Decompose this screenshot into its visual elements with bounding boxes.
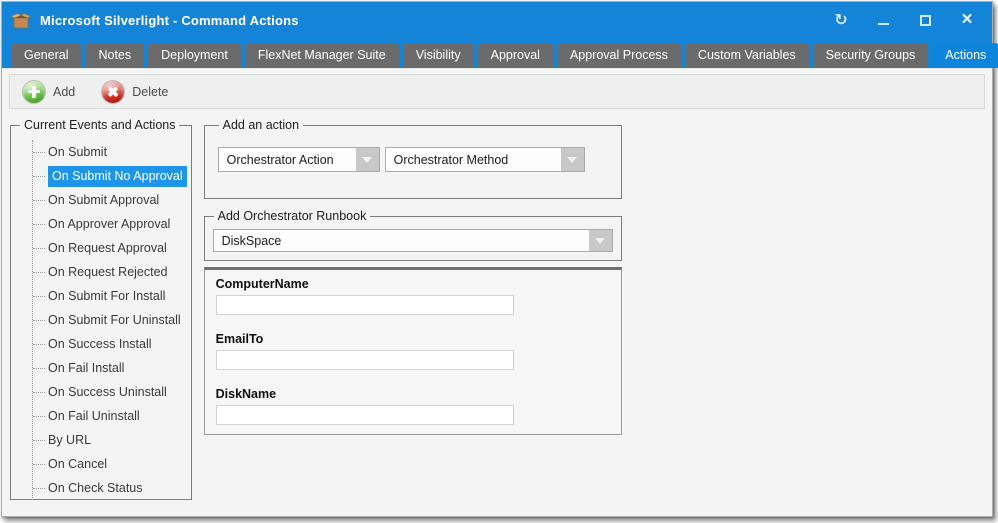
refresh-icon: ↻ [834, 13, 847, 29]
chevron-down-icon [595, 238, 605, 244]
tab[interactable]: Notes [85, 43, 144, 68]
minimize-button[interactable] [874, 12, 892, 30]
parameter-field: DiskName [216, 387, 610, 425]
tab[interactable]: Deployment [148, 43, 241, 68]
tree-item[interactable]: On Submit Approval [33, 188, 187, 212]
package-icon [11, 12, 31, 29]
orchestrator-action-dropdown[interactable]: Orchestrator Action [218, 147, 380, 172]
tree-item-label: On Submit Approval [48, 193, 159, 207]
add-icon [23, 81, 45, 103]
tree-item-label: On Approver Approval [48, 217, 170, 231]
parameter-field: EmailTo [216, 332, 610, 370]
tree-item[interactable]: On Approver Approval [33, 212, 187, 236]
tree-item[interactable]: On Request Approval [33, 236, 187, 260]
parameter-input[interactable] [216, 350, 514, 370]
tree-item-label: On Submit For Install [48, 289, 165, 303]
add-button[interactable]: Add [23, 81, 75, 103]
tree-item[interactable]: On Cancel [33, 452, 187, 476]
tab[interactable]: Approval Process [557, 43, 681, 68]
right-panel: Add an action Orchestrator Action Orches… [204, 118, 622, 500]
parameter-label: EmailTo [216, 332, 610, 346]
parameter-field: ComputerName [216, 277, 610, 315]
tree-item-label: On Fail Uninstall [48, 409, 140, 423]
events-tree: On Submit On Submit No Approval On Submi… [32, 140, 187, 500]
orchestrator-method-value: Orchestrator Method [386, 148, 561, 171]
dropdown-arrow-button[interactable] [561, 148, 584, 171]
parameter-label: ComputerName [216, 277, 610, 291]
content-area: Add Delete Current Events and Actions On… [2, 68, 992, 516]
toolbar: Add Delete [9, 74, 985, 109]
tree-item[interactable]: On Check Status [33, 476, 187, 500]
add-button-label: Add [53, 85, 75, 99]
window-controls: ↻ × [832, 12, 982, 30]
tree-item-label: On Check Status [48, 481, 143, 495]
tab[interactable]: Visibility [403, 43, 474, 68]
parameter-input[interactable] [216, 405, 514, 425]
tree-item-label: On Success Install [48, 337, 152, 351]
tab[interactable]: Custom Variables [685, 43, 809, 68]
tree-item[interactable]: On Submit No Approval [33, 164, 187, 188]
main-area: Current Events and Actions On Submit On … [2, 109, 992, 500]
tree-item-label: On Fail Install [48, 361, 124, 375]
runbook-dropdown-value: DiskSpace [214, 230, 589, 251]
chevron-down-icon [567, 157, 577, 163]
parameter-input[interactable] [216, 295, 514, 315]
action-combo-row: Orchestrator Action Orchestrator Method [218, 147, 609, 172]
orchestrator-method-dropdown[interactable]: Orchestrator Method [385, 147, 585, 172]
tree-item-label: On Cancel [48, 457, 107, 471]
maximize-button[interactable] [916, 12, 934, 30]
app-window: Microsoft Silverlight - Command Actions … [1, 1, 993, 517]
tree-item[interactable]: On Fail Uninstall [33, 404, 187, 428]
runbook-dropdown[interactable]: DiskSpace [213, 229, 613, 252]
tree-item-label: On Submit For Uninstall [48, 313, 181, 327]
tree-item[interactable]: On Submit For Uninstall [33, 308, 187, 332]
chevron-down-icon [362, 157, 372, 163]
delete-button-label: Delete [132, 85, 168, 99]
tab-bar: General Notes Deployment FlexNet Manager… [2, 39, 992, 68]
runbook-group-box: Add Orchestrator Runbook DiskSpace [204, 209, 622, 261]
tree-item-label: On Submit [48, 145, 107, 159]
tree-item-label: On Request Rejected [48, 265, 168, 279]
minimize-icon [878, 23, 889, 25]
tab[interactable]: Approval [478, 43, 553, 68]
dropdown-arrow-button[interactable] [589, 230, 612, 251]
runbook-group-title: Add Orchestrator Runbook [214, 209, 371, 223]
events-group-title: Current Events and Actions [20, 118, 179, 132]
tree-item[interactable]: On Fail Install [33, 356, 187, 380]
screen: Microsoft Silverlight - Command Actions … [0, 0, 998, 523]
add-action-group-title: Add an action [219, 118, 303, 132]
add-action-group-box: Add an action Orchestrator Action Orches… [204, 118, 622, 199]
tree-item-label: On Request Approval [48, 241, 167, 255]
tree-item[interactable]: On Request Rejected [33, 260, 187, 284]
close-button[interactable]: × [958, 12, 976, 30]
tree-item-label: On Success Uninstall [48, 385, 167, 399]
tab[interactable]: Security Groups [813, 43, 929, 68]
tab[interactable]: FlexNet Manager Suite [245, 43, 399, 68]
tab[interactable]: Actions [932, 43, 998, 68]
tree-item[interactable]: On Submit [33, 140, 187, 164]
tree-item[interactable]: On Success Install [33, 332, 187, 356]
refresh-button[interactable]: ↻ [832, 12, 850, 30]
parameter-label: DiskName [216, 387, 610, 401]
maximize-icon [920, 15, 931, 26]
tree-item[interactable]: On Success Uninstall [33, 380, 187, 404]
delete-icon [102, 81, 124, 103]
delete-button[interactable]: Delete [102, 81, 168, 103]
orchestrator-action-value: Orchestrator Action [219, 148, 356, 171]
tree-item-label: By URL [48, 433, 91, 447]
tree-item[interactable]: By URL [33, 428, 187, 452]
tab[interactable]: General [11, 43, 81, 68]
dropdown-arrow-button[interactable] [356, 148, 379, 171]
events-group-box: Current Events and Actions On Submit On … [10, 118, 192, 500]
tree-item-label: On Submit No Approval [48, 166, 187, 187]
close-icon: × [961, 10, 972, 29]
tree-item[interactable]: On Submit For Install [33, 284, 187, 308]
runbook-parameters-panel: ComputerName EmailTo DiskName [204, 267, 622, 435]
window-title: Microsoft Silverlight - Command Actions [40, 13, 299, 28]
titlebar: Microsoft Silverlight - Command Actions … [2, 2, 992, 39]
